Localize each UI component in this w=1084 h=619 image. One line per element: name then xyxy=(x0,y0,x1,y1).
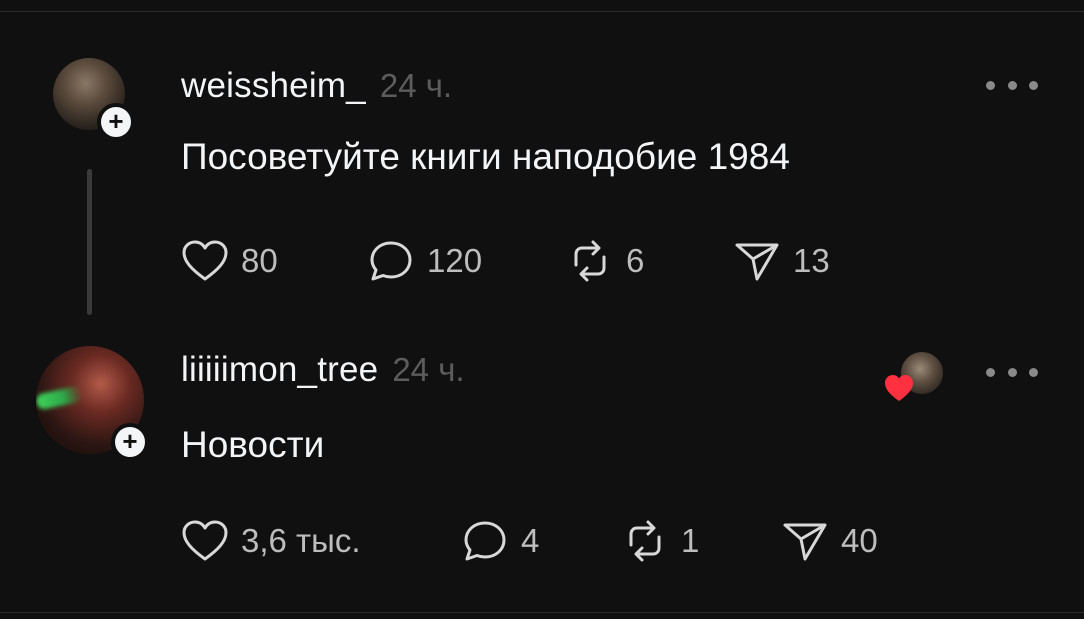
comment-icon xyxy=(370,241,412,281)
post-text: Новости xyxy=(181,424,325,465)
more-icon[interactable] xyxy=(986,362,1038,382)
share-button[interactable]: 13 xyxy=(733,239,830,283)
like-button[interactable]: 3,6 тыс. xyxy=(181,519,361,563)
reply-count: 120 xyxy=(427,242,483,279)
username[interactable]: weissheim_ xyxy=(181,66,366,106)
post-actions: 80 120 6 13 xyxy=(181,239,981,283)
threads-feed: + weissheim_ 24 ч. Посоветуйте книги нап… xyxy=(0,0,1084,619)
heart-icon xyxy=(182,240,228,281)
reply-count: 4 xyxy=(521,522,540,559)
username[interactable]: liiiiimon_tree xyxy=(181,350,378,390)
repost-count: 6 xyxy=(626,242,645,279)
heart-icon xyxy=(182,520,228,561)
reply-button[interactable]: 4 xyxy=(461,519,539,563)
divider xyxy=(0,11,1084,12)
post-header: liiiiimon_tree 24 ч. xyxy=(181,350,465,390)
timestamp: 24 ч. xyxy=(379,67,453,104)
follow-button[interactable]: + xyxy=(111,423,149,461)
post[interactable]: + liiiiimon_tree 24 ч. Новости 3,6 тыс. … xyxy=(0,344,1084,604)
more-icon[interactable] xyxy=(986,75,1038,95)
heart-icon xyxy=(885,375,913,401)
reply-button[interactable]: 120 xyxy=(367,239,482,283)
post[interactable]: + weissheim_ 24 ч. Посоветуйте книги нап… xyxy=(0,56,1084,326)
post-header: weissheim_ 24 ч. xyxy=(181,66,452,106)
repost-button[interactable]: 1 xyxy=(621,519,699,563)
divider xyxy=(0,612,1084,613)
follow-button[interactable]: + xyxy=(97,103,135,141)
post-text: Посоветуйте книги наподобие 1984 xyxy=(181,136,790,177)
like-count: 3,6 тыс. xyxy=(241,522,361,559)
like-button[interactable]: 80 xyxy=(181,239,278,283)
send-icon xyxy=(783,523,827,561)
repost-icon xyxy=(574,240,606,282)
timestamp: 24 ч. xyxy=(392,351,465,388)
repost-count: 1 xyxy=(681,522,700,559)
post-actions: 3,6 тыс. 4 1 40 xyxy=(181,519,981,563)
send-icon xyxy=(735,243,779,281)
repost-button[interactable]: 6 xyxy=(566,239,644,283)
share-count: 40 xyxy=(841,522,878,559)
like-count: 80 xyxy=(241,242,278,279)
share-count: 13 xyxy=(793,242,830,279)
comment-icon xyxy=(464,521,506,561)
repost-icon xyxy=(629,520,661,562)
thread-line xyxy=(87,169,92,315)
share-button[interactable]: 40 xyxy=(781,519,878,563)
